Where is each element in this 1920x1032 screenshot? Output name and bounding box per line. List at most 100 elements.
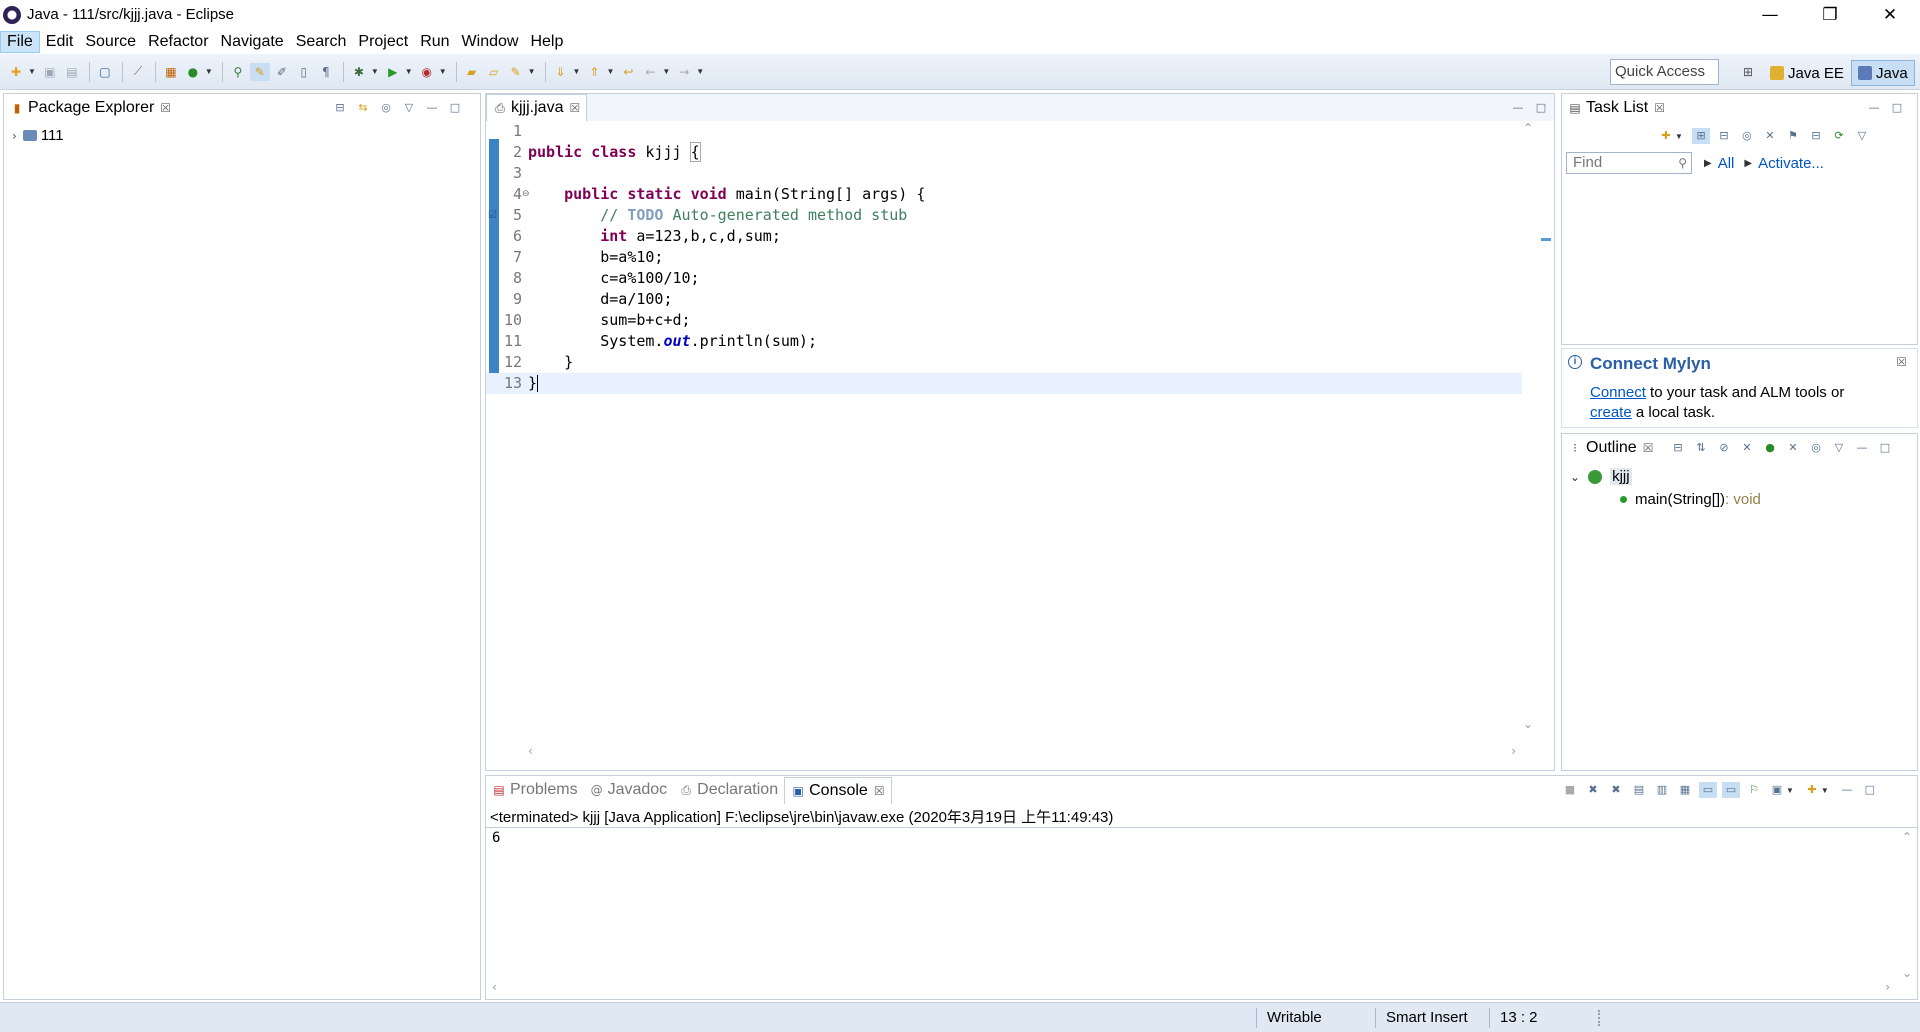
sort-icon[interactable]: ⇅ bbox=[1692, 440, 1710, 456]
new-class-icon[interactable]: ● bbox=[183, 63, 203, 81]
task-find-input[interactable]: Find ⚲ bbox=[1566, 152, 1692, 174]
tab-declaration[interactable]: ⎙ Declaration bbox=[673, 776, 784, 804]
outline-class-item[interactable]: ⌄ kjjj bbox=[1570, 468, 1632, 485]
close-icon[interactable]: ☒ bbox=[160, 101, 171, 115]
scroll-lock-icon[interactable]: ▥ bbox=[1653, 782, 1671, 798]
open-folder-icon[interactable]: ▰ bbox=[462, 63, 482, 81]
minimize-view-icon[interactable]: — bbox=[1865, 100, 1883, 116]
menu-help[interactable]: Help bbox=[524, 31, 569, 53]
pin-console-icon[interactable]: ⚐ bbox=[1745, 782, 1763, 798]
editor-horizontal-scrollbar[interactable]: ‹ › bbox=[522, 743, 1522, 759]
restore-button[interactable]: ❐ bbox=[1800, 0, 1860, 29]
minimize-view-icon[interactable]: — bbox=[1853, 440, 1871, 456]
close-button[interactable]: ✕ bbox=[1860, 0, 1920, 29]
last-edit-icon[interactable]: ↩ bbox=[618, 63, 638, 81]
focus-icon[interactable]: ◎ bbox=[1807, 440, 1825, 456]
back-dropdown-icon[interactable]: ▼ bbox=[662, 67, 670, 76]
back-icon[interactable]: ← bbox=[640, 63, 660, 81]
console-vertical-scrollbar[interactable]: ⌃ ⌄ bbox=[1899, 830, 1915, 980]
scheduled-icon[interactable]: ⊟ bbox=[1715, 128, 1733, 144]
tab-outline[interactable]: ⁝ Outline ☒ bbox=[1562, 434, 1659, 462]
minimize-button[interactable]: — bbox=[1740, 0, 1800, 29]
debug-dropdown-icon[interactable]: ▼ bbox=[371, 67, 379, 76]
menu-source[interactable]: Source bbox=[79, 31, 142, 53]
new-icon[interactable]: ✚ bbox=[6, 63, 26, 81]
run-icon[interactable]: ▶ bbox=[383, 63, 403, 81]
show-stderr-icon[interactable]: ▭ bbox=[1722, 782, 1740, 798]
display-console-dropdown-icon[interactable]: ▼ bbox=[1786, 786, 1794, 795]
maximize-view-icon[interactable]: □ bbox=[1532, 100, 1550, 116]
tab-package-explorer[interactable]: ▮ Package Explorer ☒ bbox=[4, 94, 177, 122]
focus-icon[interactable]: ◎ bbox=[1738, 128, 1756, 144]
collapse-all-icon[interactable]: ⊟ bbox=[1807, 128, 1825, 144]
minimize-view-icon[interactable]: — bbox=[423, 100, 441, 116]
display-console-icon[interactable]: ▣ bbox=[1768, 782, 1786, 798]
new-package-icon[interactable]: ▦ bbox=[161, 63, 181, 81]
tab-console[interactable]: ▣ Console ☒ bbox=[784, 776, 892, 804]
prev-annotation-icon[interactable]: ⇑ bbox=[584, 63, 604, 81]
new-task-dropdown-icon[interactable]: ▼ bbox=[1675, 132, 1683, 141]
menu-refactor[interactable]: Refactor bbox=[142, 31, 214, 53]
create-link[interactable]: create bbox=[1590, 404, 1632, 421]
hide-fields-icon[interactable]: ⊘ bbox=[1715, 440, 1733, 456]
code-editor[interactable]: 1 2 public class kjjj { 3 4 ⊖ public stati… bbox=[486, 121, 1554, 770]
tab-javadoc[interactable]: @ Javadoc bbox=[584, 776, 674, 804]
close-icon[interactable]: ☒ bbox=[1896, 355, 1907, 369]
link-editor-icon[interactable]: ⇆ bbox=[354, 100, 372, 116]
tree-item-project[interactable]: › 111 bbox=[12, 127, 64, 144]
view-menu-icon[interactable]: ▽ bbox=[1853, 128, 1871, 144]
mark-occurrences-icon[interactable]: ✎ bbox=[249, 62, 270, 81]
remove-all-icon[interactable]: ✖ bbox=[1607, 782, 1625, 798]
prev-annotation-dropdown-icon[interactable]: ▼ bbox=[606, 67, 614, 76]
categorized-icon[interactable]: ⊞ bbox=[1691, 128, 1710, 144]
external-tools-dropdown-icon[interactable]: ▼ bbox=[439, 67, 447, 76]
synchronize-icon[interactable]: ⟳ bbox=[1830, 128, 1848, 144]
word-wrap-icon[interactable]: ▦ bbox=[1676, 782, 1694, 798]
new-task-icon[interactable]: ✚ bbox=[1657, 128, 1675, 144]
menu-run[interactable]: Run bbox=[414, 31, 455, 53]
hide-static-icon[interactable]: ✕ bbox=[1738, 440, 1756, 456]
next-annotation-icon[interactable]: ⇓ bbox=[551, 63, 571, 81]
maximize-view-icon[interactable]: □ bbox=[1861, 782, 1879, 798]
focus-icon[interactable]: ◎ bbox=[377, 100, 395, 116]
collapse-all-icon[interactable]: ⊟ bbox=[331, 100, 349, 116]
open-type-icon[interactable]: ⚲ bbox=[228, 63, 248, 81]
open-perspective-icon[interactable]: ⊞ bbox=[1738, 63, 1758, 81]
debug-icon[interactable]: ✱ bbox=[349, 63, 369, 81]
hide-nonpublic-icon[interactable]: ● bbox=[1761, 440, 1779, 456]
new-dropdown-icon[interactable]: ▼ bbox=[28, 67, 36, 76]
chevron-down-icon[interactable]: ⌄ bbox=[1570, 470, 1580, 484]
close-icon[interactable]: ☒ bbox=[1643, 441, 1654, 455]
view-menu-icon[interactable]: ▽ bbox=[400, 100, 418, 116]
forward-icon[interactable]: → bbox=[674, 63, 694, 81]
hide-completed-icon[interactable]: ✕ bbox=[1761, 128, 1779, 144]
close-icon[interactable]: ☒ bbox=[1654, 101, 1665, 115]
save-icon[interactable]: ▣ bbox=[40, 63, 60, 81]
console-output[interactable]: 6 bbox=[492, 830, 500, 846]
toggle-block-icon[interactable]: ✐ bbox=[272, 63, 292, 81]
view-menu-icon[interactable]: ▽ bbox=[1830, 440, 1848, 456]
search-icon[interactable]: ✎ bbox=[506, 63, 526, 81]
clear-console-icon[interactable]: ▤ bbox=[1630, 782, 1648, 798]
menu-project[interactable]: Project bbox=[352, 31, 414, 53]
open-task-icon[interactable]: ▱ bbox=[484, 63, 504, 81]
minimize-view-icon[interactable]: — bbox=[1509, 100, 1527, 116]
external-tools-icon[interactable]: ◉ bbox=[417, 63, 437, 81]
perspective-java-ee[interactable]: Java EE bbox=[1764, 60, 1850, 86]
search-dropdown-icon[interactable]: ▼ bbox=[528, 67, 536, 76]
forward-dropdown-icon[interactable]: ▼ bbox=[696, 67, 704, 76]
show-stdout-icon[interactable]: ▭ bbox=[1699, 782, 1717, 798]
activate-link[interactable]: Activate... bbox=[1758, 155, 1824, 172]
menu-window[interactable]: Window bbox=[456, 31, 525, 53]
maximize-view-icon[interactable]: □ bbox=[1888, 100, 1906, 116]
menu-edit[interactable]: Edit bbox=[40, 31, 80, 53]
tab-task-list[interactable]: ▤ Task List ☒ bbox=[1562, 94, 1671, 122]
editor-vertical-scrollbar[interactable]: ⌃ ⌄ bbox=[1520, 121, 1536, 731]
chevron-right-icon[interactable]: › bbox=[12, 129, 17, 143]
open-console-dropdown-icon[interactable]: ▼ bbox=[1821, 786, 1829, 795]
menu-search[interactable]: Search bbox=[290, 31, 353, 53]
close-icon[interactable]: ☒ bbox=[569, 101, 580, 115]
collapse-all-icon[interactable]: ⊟ bbox=[1669, 440, 1687, 456]
terminate-icon[interactable]: ■ bbox=[1561, 782, 1579, 798]
maximize-view-icon[interactable]: □ bbox=[446, 100, 464, 116]
